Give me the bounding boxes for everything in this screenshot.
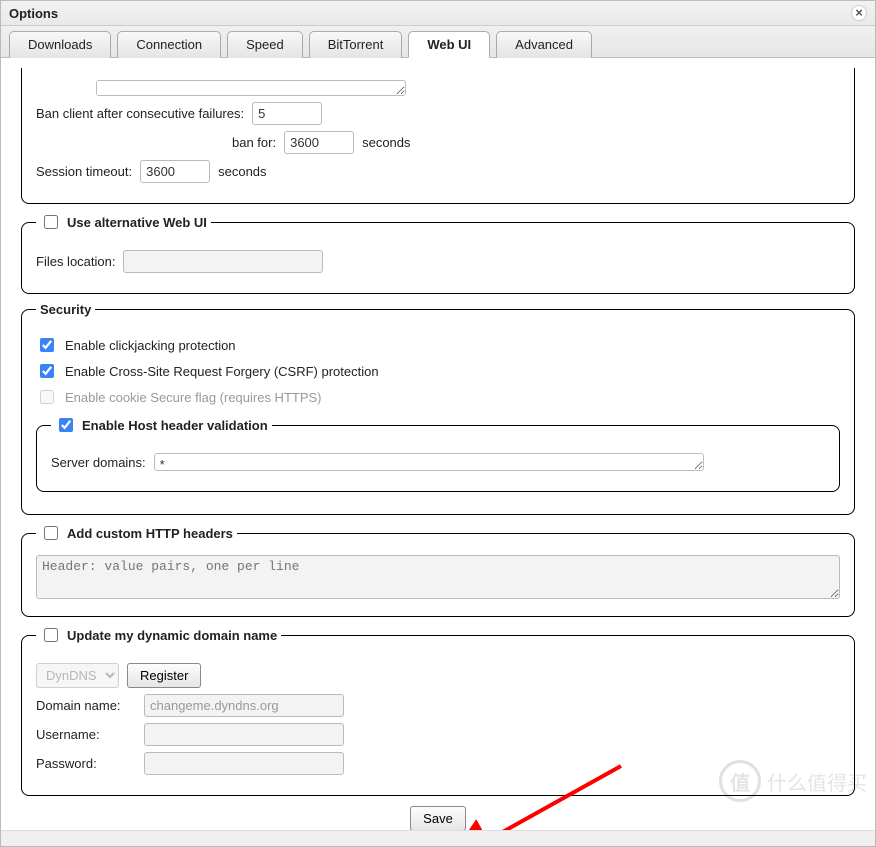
password-input[interactable]	[144, 752, 344, 775]
custom-headers-checkbox[interactable]	[44, 526, 58, 540]
csrf-label: Enable Cross-Site Request Forgery (CSRF)…	[65, 364, 379, 379]
session-timeout-input[interactable]	[140, 160, 210, 183]
scroll-area[interactable]: Ban client after consecutive failures: b…	[1, 58, 875, 830]
save-button[interactable]: Save	[410, 806, 466, 830]
bypass-auth-textarea[interactable]	[96, 80, 406, 96]
auth-section-partial: Ban client after consecutive failures: b…	[21, 68, 855, 204]
dyndns-checkbox[interactable]	[44, 628, 58, 642]
server-domains-input[interactable]: *	[154, 453, 704, 471]
custom-headers-textarea[interactable]	[36, 555, 840, 599]
options-dialog: Options × Downloads Connection Speed Bit…	[0, 0, 876, 847]
session-timeout-unit: seconds	[218, 164, 266, 179]
tab-webui[interactable]: Web UI	[408, 31, 490, 58]
ban-for-label: ban for:	[232, 135, 276, 150]
alt-webui-label: Use alternative Web UI	[67, 215, 207, 230]
files-location-label: Files location:	[36, 254, 115, 269]
username-input[interactable]	[144, 723, 344, 746]
secure-flag-checkbox	[40, 390, 54, 404]
host-header-section: Enable Host header validation Server dom…	[36, 415, 840, 492]
ban-for-input[interactable]	[284, 131, 354, 154]
domain-name-input[interactable]	[144, 694, 344, 717]
server-domains-label: Server domains:	[51, 455, 146, 470]
security-section: Security Enable clickjacking protection …	[21, 302, 855, 515]
ban-for-unit: seconds	[362, 135, 410, 150]
files-location-input[interactable]	[123, 250, 323, 273]
secure-flag-label: Enable cookie Secure flag (requires HTTP…	[65, 390, 322, 405]
dyndns-provider-select[interactable]: DynDNS	[36, 663, 119, 688]
clickjacking-checkbox[interactable]	[40, 338, 54, 352]
window-title: Options	[9, 6, 58, 21]
ban-after-label: Ban client after consecutive failures:	[36, 106, 244, 121]
alt-webui-section: Use alternative Web UI Files location:	[21, 212, 855, 294]
register-button[interactable]: Register	[127, 663, 201, 688]
host-header-label: Enable Host header validation	[82, 418, 268, 433]
tab-bittorrent[interactable]: BitTorrent	[309, 31, 403, 58]
horizontal-scrollbar[interactable]	[1, 830, 875, 846]
security-heading: Security	[40, 302, 91, 317]
csrf-checkbox[interactable]	[40, 364, 54, 378]
titlebar: Options ×	[1, 1, 875, 26]
alt-webui-checkbox[interactable]	[44, 215, 58, 229]
custom-headers-section: Add custom HTTP headers	[21, 523, 855, 617]
host-header-checkbox[interactable]	[59, 418, 73, 432]
password-label: Password:	[36, 756, 136, 771]
domain-name-label: Domain name:	[36, 698, 136, 713]
tab-content: Ban client after consecutive failures: b…	[1, 58, 875, 830]
tab-speed[interactable]: Speed	[227, 31, 303, 58]
close-icon[interactable]: ×	[851, 5, 867, 21]
tab-advanced[interactable]: Advanced	[496, 31, 592, 58]
clickjacking-label: Enable clickjacking protection	[65, 338, 236, 353]
tab-connection[interactable]: Connection	[117, 31, 221, 58]
dyndns-section: Update my dynamic domain name DynDNS Reg…	[21, 625, 855, 796]
tabs: Downloads Connection Speed BitTorrent We…	[1, 26, 875, 58]
tab-downloads[interactable]: Downloads	[9, 31, 111, 58]
custom-headers-label: Add custom HTTP headers	[67, 526, 233, 541]
dyndns-label: Update my dynamic domain name	[67, 628, 277, 643]
ban-after-input[interactable]	[252, 102, 322, 125]
username-label: Username:	[36, 727, 136, 742]
session-timeout-label: Session timeout:	[36, 164, 132, 179]
